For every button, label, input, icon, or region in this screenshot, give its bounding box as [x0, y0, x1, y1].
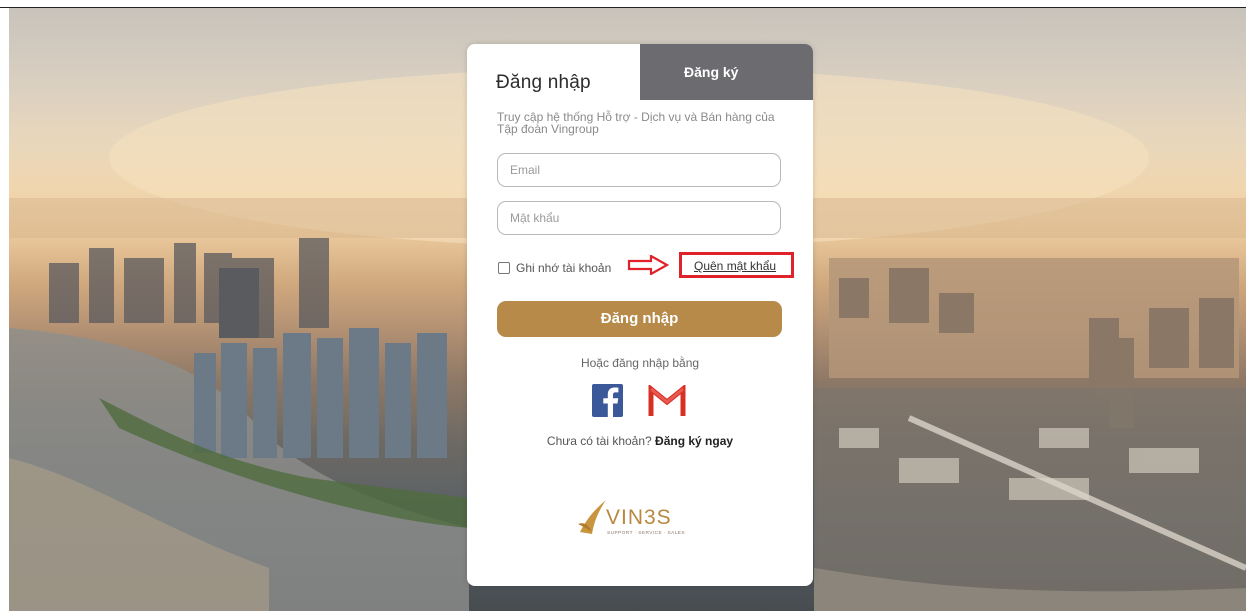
tab-login[interactable]: Đăng nhập — [467, 44, 640, 100]
remember-checkbox[interactable] — [498, 262, 510, 274]
login-card: Đăng nhập Đăng ký Truy cập hệ thống Hỗ t… — [467, 44, 813, 586]
logo-wordmark: VIN3S — [606, 506, 672, 529]
facebook-icon[interactable] — [592, 384, 623, 417]
intro-text: Truy cập hệ thống Hỗ trợ - Dịch vụ và Bá… — [497, 110, 775, 136]
tab-login-label: Đăng nhập — [496, 72, 591, 93]
password-field-wrapper — [497, 201, 781, 235]
logo-tagline: SUPPORT · SERVICE · SALES — [607, 530, 685, 536]
email-input[interactable] — [498, 154, 780, 186]
vin3s-logo: VIN3S SUPPORT · SERVICE · SALES — [578, 500, 685, 536]
tab-register-label: Đăng ký — [684, 64, 739, 80]
remember-me[interactable]: Ghi nhớ tài khoản — [498, 261, 611, 275]
arrow-right-icon — [627, 255, 669, 275]
gmail-icon[interactable] — [648, 385, 686, 417]
forgot-password-link[interactable]: Quên mật khẩu — [694, 259, 776, 273]
signup-question: Chưa có tài khoản? — [546, 434, 652, 448]
remember-label: Ghi nhớ tài khoản — [516, 261, 612, 275]
login-button[interactable]: Đăng nhập — [497, 301, 782, 337]
signup-link[interactable]: Đăng ký ngay — [655, 434, 733, 448]
login-page: Đăng nhập Đăng ký Truy cập hệ thống Hỗ t… — [0, 0, 1246, 611]
alt-login-text: Hoặc đăng nhập bằng — [580, 356, 700, 370]
tab-register[interactable]: Đăng ký — [640, 44, 813, 100]
signup-line: Chưa có tài khoản? Đăng ký ngay — [467, 434, 813, 448]
email-field-wrapper — [497, 153, 781, 187]
password-input[interactable] — [498, 202, 780, 234]
